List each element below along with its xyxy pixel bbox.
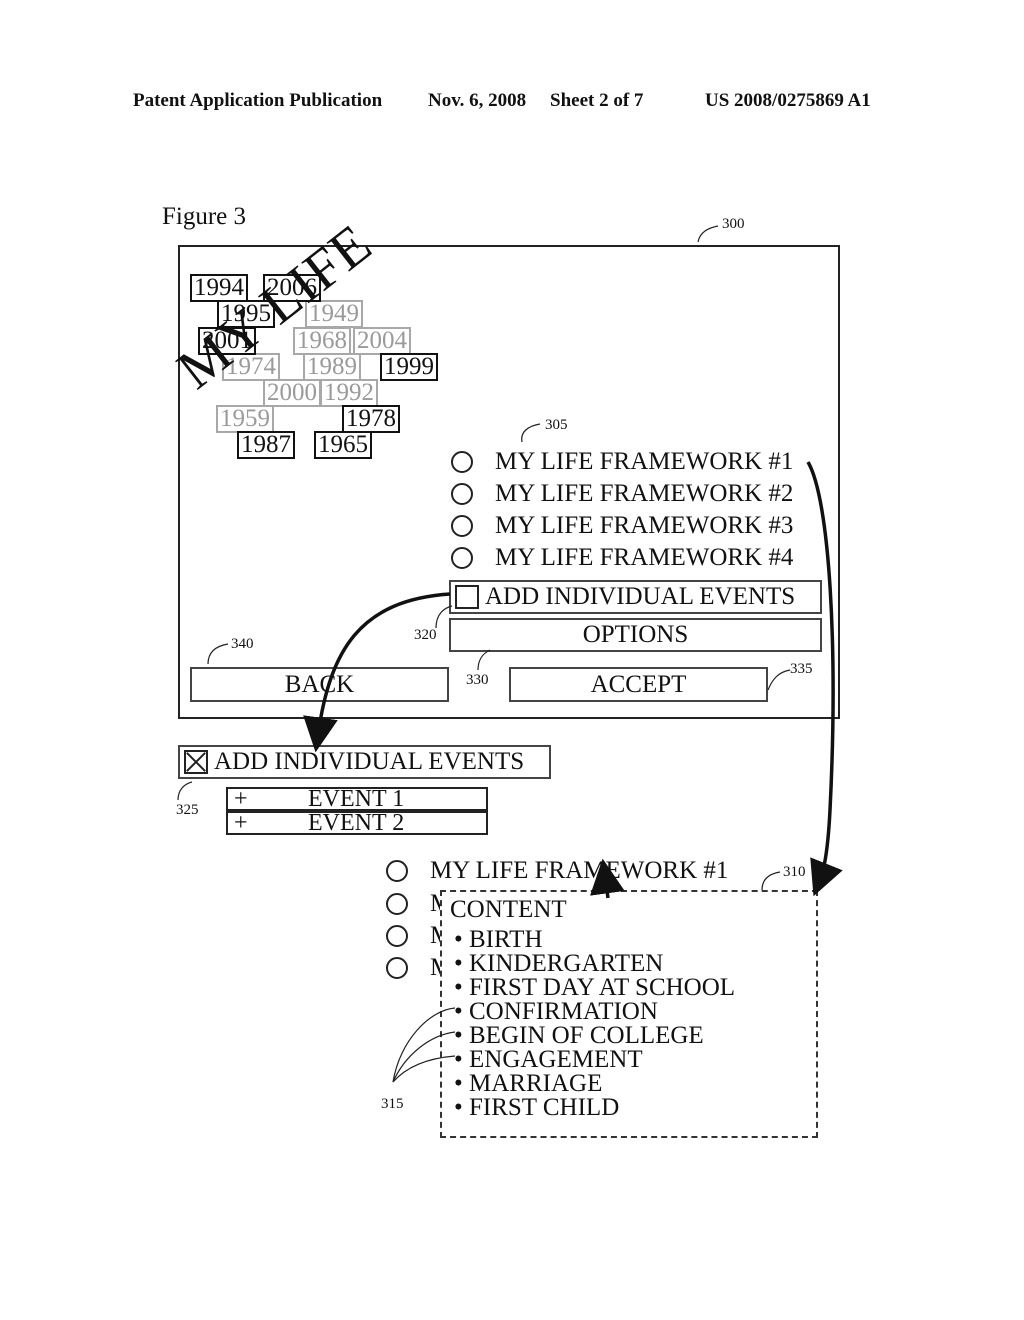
- annotation-lines: [177, 225, 843, 1083]
- leader-335: [767, 669, 791, 691]
- leader-320: [435, 605, 453, 629]
- arrow-to-expanded-events: [303, 592, 451, 753]
- leader-300: [697, 225, 719, 243]
- arrow-to-framework-detail: [806, 461, 843, 897]
- arrow-up-framework: [590, 858, 625, 899]
- leader-325: [177, 781, 193, 801]
- leader-330: [477, 649, 491, 671]
- leader-305: [521, 423, 541, 443]
- leader-310: [761, 871, 781, 891]
- leader-340: [207, 643, 229, 665]
- leader-315-c: [392, 1055, 456, 1083]
